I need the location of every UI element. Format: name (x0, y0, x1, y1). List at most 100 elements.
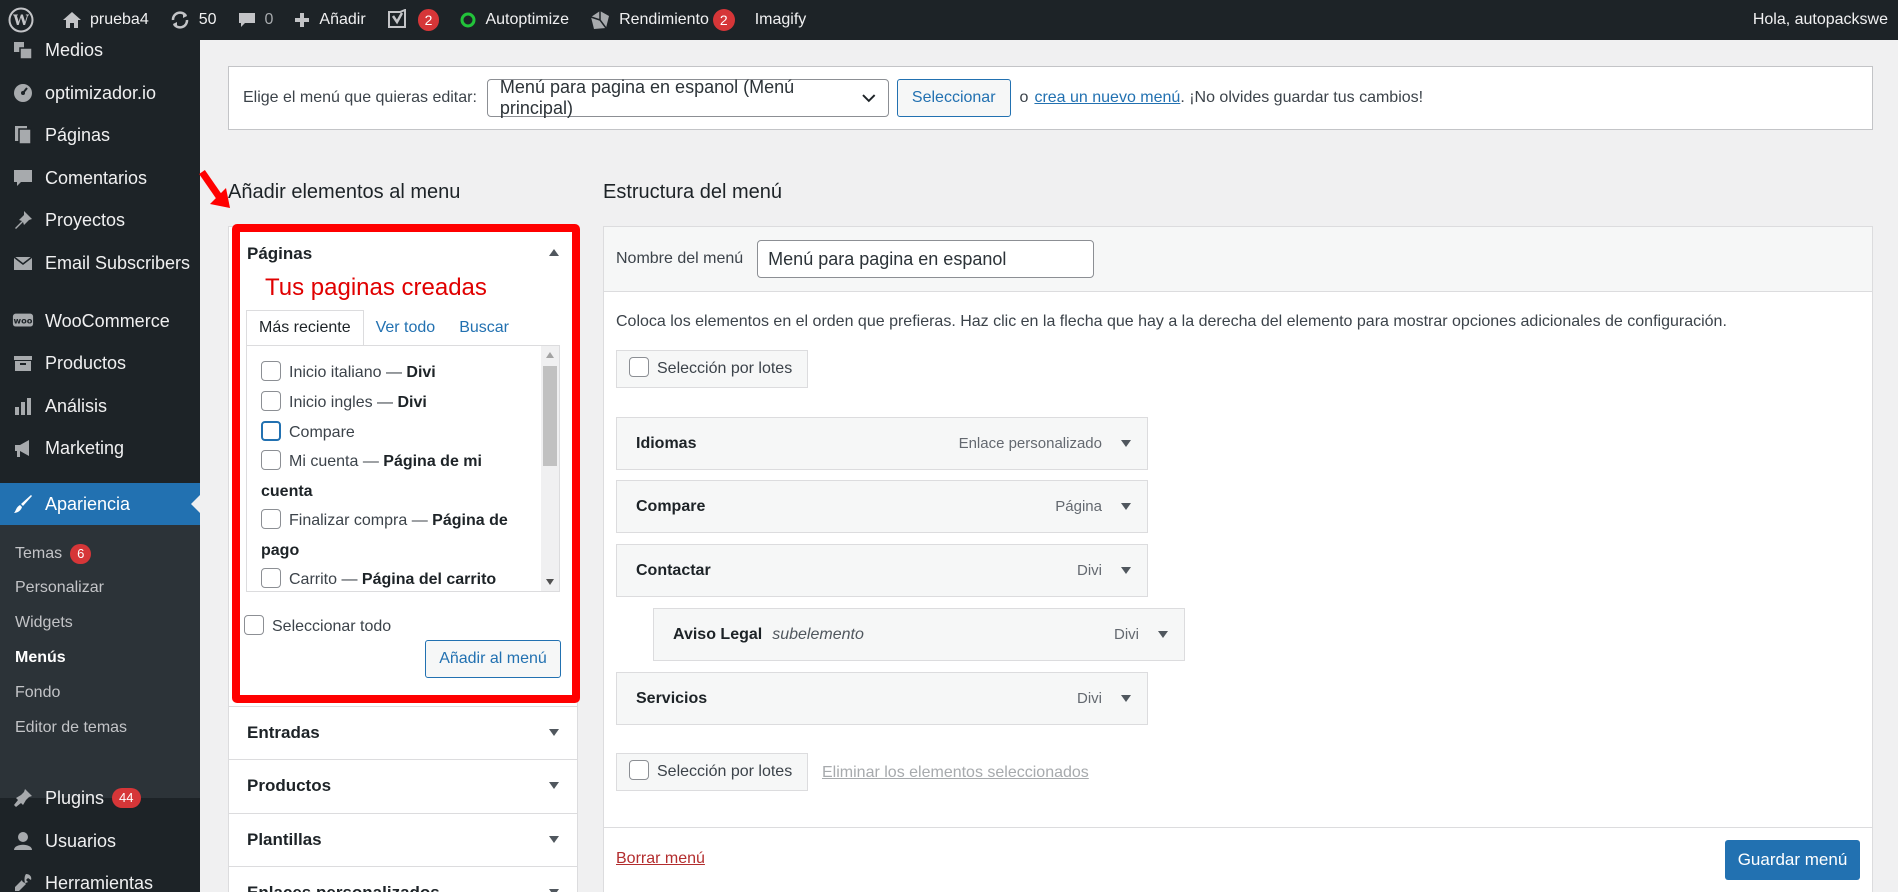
bulk-select-top[interactable]: Selección por lotes (616, 350, 808, 388)
select-all-checkbox[interactable] (244, 615, 264, 635)
sidebar-item-label: Medios (45, 39, 104, 60)
submenu-item-customize[interactable]: Personalizar (15, 579, 104, 597)
list-item[interactable]: Compare (261, 418, 531, 448)
sidebar-item-users[interactable]: Usuarios (0, 820, 200, 862)
expand-arrow-icon[interactable] (1121, 440, 1131, 447)
submenu-label: Editor de temas (15, 719, 128, 736)
sidebar-item-label: optimizador.io (45, 82, 157, 103)
section-posts[interactable]: Entradas (229, 706, 577, 759)
section-custom-links[interactable]: Enlaces personalizados (229, 866, 577, 892)
sidebar-item-analytics[interactable]: Análisis (0, 385, 200, 427)
sidebar-item-appearance[interactable]: Apariencia (0, 483, 200, 525)
section-title: Páginas (247, 243, 313, 263)
menu-name-input[interactable]: Menú para pagina en espanol (757, 240, 1095, 278)
add-to-menu-button[interactable]: Añadir al menú (425, 640, 561, 678)
submenu-item-widgets[interactable]: Widgets (15, 614, 73, 632)
or-text: o (1019, 89, 1029, 106)
expand-arrow-icon[interactable] (1121, 695, 1131, 702)
menu-item-title: Compare (636, 497, 706, 515)
select-menu-label: Elige el menú que quieras editar: (243, 89, 477, 106)
performance-link[interactable]: Rendimiento 2 (579, 0, 745, 40)
checkbox[interactable] (261, 567, 281, 588)
submenu-item-theme-editor[interactable]: Editor de temas (15, 719, 127, 737)
new-content-link[interactable]: Añadir (283, 0, 375, 40)
sidebar-item-media[interactable]: Medios (0, 29, 200, 71)
checkbox[interactable] (261, 360, 281, 381)
section-pages[interactable]: Páginas (229, 227, 577, 280)
menu-item-contactar[interactable]: Contactar Divi (616, 544, 1148, 597)
list-item[interactable]: Inicio italiano — Divi (261, 358, 531, 388)
list-item[interactable]: Inicio ingles — Divi (261, 388, 531, 418)
list-item[interactable]: Finalizar compra — Página de pago (261, 506, 531, 566)
menu-select-dropdown[interactable]: Menú para pagina en espanol (Menú princi… (486, 77, 889, 118)
menu-item-idiomas[interactable]: Idiomas Enlace personalizado (616, 417, 1148, 470)
comments-link[interactable]: 0 (227, 0, 284, 40)
checkbox[interactable] (261, 508, 281, 529)
submenu-item-menus[interactable]: Menús (15, 649, 66, 667)
submenu-label: Widgets (15, 614, 73, 631)
menu-item-title: Idiomas (636, 434, 697, 452)
expand-arrow-icon[interactable] (1158, 631, 1168, 638)
save-menu-button[interactable]: Guardar menú (1725, 840, 1860, 880)
delete-selected-link[interactable]: Eliminar los elementos seleccionados (822, 764, 1089, 782)
bulk-select-checkbox[interactable] (629, 760, 649, 780)
delete-menu-link[interactable]: Borrar menú (616, 850, 705, 868)
sidebar-item-pages[interactable]: Páginas (0, 114, 200, 156)
menu-item-compare[interactable]: Compare Página (616, 480, 1148, 533)
menu-item-servicios[interactable]: Servicios Divi (616, 672, 1148, 725)
page-title: Inicio italiano (289, 364, 382, 381)
bulk-select-checkbox[interactable] (629, 357, 649, 377)
media-icon (12, 39, 34, 61)
section-title: Productos (247, 776, 332, 795)
add-items-heading: Añadir elementos al menu (228, 181, 461, 203)
tab-search[interactable]: Buscar (447, 310, 521, 346)
scrollbar[interactable] (541, 346, 559, 591)
sidebar-item-comments[interactable]: Comentarios (0, 157, 200, 199)
performance-label: Rendimiento (619, 11, 709, 28)
sidebar-item-label: Email Subscribers (45, 252, 191, 273)
submenu-label: Menús (15, 649, 66, 666)
sidebar-item-products[interactable]: Productos (0, 342, 200, 384)
greeting: Hola, autopackswe (1752, 11, 1888, 28)
expand-arrow-icon[interactable] (1121, 503, 1131, 510)
bulk-select-bottom[interactable]: Selección por lotes (616, 753, 808, 791)
woocommerce-icon: woo (12, 310, 34, 332)
create-menu-link[interactable]: crea un nuevo menú (1034, 89, 1180, 107)
account-menu[interactable]: Hola, autopackswe (1743, 0, 1898, 40)
list-item[interactable]: Mi cuenta — Página de mi cuenta (261, 447, 531, 507)
select-all[interactable]: Seleccionar todo (244, 615, 391, 637)
list-item[interactable]: Carrito — Página del carrito (261, 565, 531, 591)
select-menu-button[interactable]: Seleccionar (896, 79, 1011, 117)
checkbox[interactable] (261, 420, 281, 441)
brush-icon (12, 493, 34, 515)
checkbox[interactable] (261, 390, 281, 411)
sidebar-item-projects[interactable]: Proyectos (0, 199, 200, 241)
tab-most-recent[interactable]: Más reciente (246, 310, 364, 346)
scroll-down-icon[interactable] (546, 579, 554, 585)
section-templates[interactable]: Plantillas (229, 813, 577, 866)
sidebar-item-marketing[interactable]: Marketing (0, 427, 200, 469)
expand-arrow-icon[interactable] (1121, 567, 1131, 574)
scroll-thumb[interactable] (543, 366, 557, 466)
submenu-item-themes[interactable]: Temas 6 (15, 544, 92, 564)
autoptimize-link[interactable]: Autoptimize (449, 0, 579, 40)
sidebar-item-tools[interactable]: Herramientas (0, 862, 200, 892)
scroll-up-icon[interactable] (546, 352, 554, 358)
wrench-icon (12, 872, 34, 892)
tab-view-all[interactable]: Ver todo (364, 310, 448, 346)
sidebar-item-plugins[interactable]: Plugins 44 (0, 777, 200, 819)
sidebar-item-woocommerce[interactable]: woo WooCommerce (0, 300, 200, 342)
checkbox[interactable] (261, 449, 281, 470)
sidebar-item-email-subscribers[interactable]: Email Subscribers (0, 242, 200, 284)
yoast-link[interactable]: 2 (376, 0, 450, 40)
page-template: Página del carrito (361, 571, 497, 588)
pages-checklist[interactable]: Inicio italiano — Divi Inicio ingles — D… (246, 345, 560, 592)
section-products[interactable]: Productos (229, 759, 577, 812)
menu-item-aviso-legal[interactable]: Aviso Legal subelemento Divi (653, 608, 1185, 661)
sidebar-item-optimizador[interactable]: optimizador.io (0, 72, 200, 114)
pages-tabs: Más reciente Ver todo Buscar (246, 310, 521, 346)
submenu-item-background[interactable]: Fondo (15, 684, 60, 702)
imagify-link[interactable]: Imagify (745, 0, 817, 40)
sidebar-item-label: Usuarios (45, 830, 117, 851)
menu-item-type: Divi (1077, 562, 1102, 579)
